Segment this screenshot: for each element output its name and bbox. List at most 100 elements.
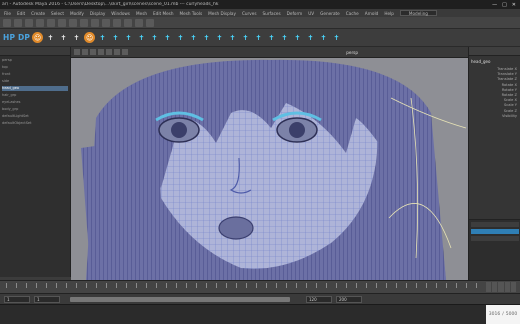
menu-item[interactable]: Edit [17, 11, 25, 16]
skeleton-icon[interactable]: ✝ [253, 31, 264, 44]
joint-icon[interactable]: ✝ [71, 31, 82, 44]
skeleton-icon[interactable]: ✝ [97, 31, 108, 44]
skeleton-icon[interactable]: ✝ [292, 31, 303, 44]
menu-item[interactable]: Curves [242, 11, 257, 16]
snap-grid-icon[interactable] [102, 18, 110, 27]
save-scene-icon[interactable] [36, 18, 44, 27]
go-end-icon[interactable] [510, 282, 517, 292]
select-object-icon[interactable] [80, 18, 88, 27]
menu-item[interactable]: Mesh Display [208, 11, 236, 16]
camera-icon[interactable] [74, 49, 80, 55]
face-icon[interactable]: ☺ [84, 32, 96, 43]
redo-icon[interactable] [58, 18, 66, 27]
menu-item[interactable]: Generate [320, 11, 340, 16]
mode-icon[interactable] [3, 18, 11, 27]
outliner-item[interactable]: head_geo [2, 86, 68, 91]
xray-icon[interactable] [122, 49, 128, 55]
time-tick [16, 283, 17, 288]
play-icon[interactable] [498, 282, 504, 292]
snap-point-icon[interactable] [124, 18, 132, 27]
skeleton-icon[interactable]: ✝ [279, 31, 290, 44]
skeleton-icon[interactable]: ✝ [266, 31, 277, 44]
close-icon[interactable]: ✕ [512, 2, 516, 8]
minimize-icon[interactable]: — [492, 2, 497, 8]
channel-box-panel: head_geo Translate X Translate Y Translate… [468, 47, 520, 280]
time-tick [96, 283, 97, 288]
viewport-scene[interactable] [71, 58, 468, 280]
time-slider[interactable] [0, 280, 520, 293]
menu-item[interactable]: Select [51, 11, 64, 16]
layer-row[interactable] [471, 222, 519, 227]
face-icon[interactable]: ☺ [32, 32, 44, 43]
menu-item[interactable]: Cache [346, 11, 359, 16]
menu-item[interactable]: Windows [111, 11, 130, 16]
joint-icon[interactable]: ✝ [58, 31, 69, 44]
skeleton-icon[interactable]: ✝ [305, 31, 316, 44]
menu-item[interactable]: Arnold [365, 11, 379, 16]
menu-item[interactable]: Mesh [136, 11, 147, 16]
anim-start-field[interactable]: 1 [4, 296, 30, 303]
range-end-field[interactable]: 120 [306, 296, 332, 303]
command-line[interactable] [0, 304, 520, 324]
time-tick [446, 283, 447, 288]
anim-end-field[interactable]: 200 [336, 296, 362, 303]
outliner-item[interactable]: side [2, 79, 68, 84]
open-scene-icon[interactable] [25, 18, 33, 27]
undo-icon[interactable] [47, 18, 55, 27]
textured-icon[interactable] [106, 49, 112, 55]
outliner-item[interactable]: persp [2, 58, 68, 63]
menu-item[interactable]: Create [31, 11, 45, 16]
workspace-selector[interactable]: Modeling [399, 10, 437, 16]
wireframe-icon[interactable] [90, 49, 96, 55]
joint-icon[interactable]: ✝ [45, 31, 56, 44]
step-back-icon[interactable] [492, 282, 498, 292]
skeleton-icon[interactable]: ✝ [162, 31, 173, 44]
skeleton-icon[interactable]: ✝ [318, 31, 329, 44]
layer-row[interactable] [471, 236, 519, 241]
step-forward-icon[interactable] [504, 282, 510, 292]
skeleton-icon[interactable]: ✝ [214, 31, 225, 44]
skeleton-icon[interactable]: ✝ [331, 31, 342, 44]
skeleton-icon[interactable]: ✝ [110, 31, 121, 44]
shaded-icon[interactable] [98, 49, 104, 55]
grid-icon[interactable] [82, 49, 88, 55]
skeleton-icon[interactable]: ✝ [149, 31, 160, 44]
skeleton-icon[interactable]: ✝ [136, 31, 147, 44]
menu-item[interactable]: Edit Mesh [153, 11, 173, 16]
skeleton-icon[interactable]: ✝ [201, 31, 212, 44]
outliner-item[interactable]: front [2, 72, 68, 77]
range-start-field[interactable]: 1 [34, 296, 60, 303]
skeleton-icon[interactable]: ✝ [123, 31, 134, 44]
select-component-icon[interactable] [91, 18, 99, 27]
select-hierarchy-icon[interactable] [69, 18, 77, 27]
snap-curve-icon[interactable] [113, 18, 121, 27]
viewport-panel[interactable]: persp [71, 47, 468, 280]
outliner-item[interactable]: body_grp [2, 107, 68, 112]
menu-item[interactable]: UV [308, 11, 314, 16]
menu-item[interactable]: Mesh Tools [180, 11, 203, 16]
skeleton-icon[interactable]: ✝ [175, 31, 186, 44]
menu-item[interactable]: Display [90, 11, 105, 16]
channel-attribute[interactable]: Visibility [469, 114, 520, 119]
menu-item[interactable]: Modify [70, 11, 84, 16]
lighting-icon[interactable] [114, 49, 120, 55]
range-slider-bar[interactable] [70, 297, 290, 302]
skeleton-icon[interactable]: ✝ [188, 31, 199, 44]
menu-item[interactable]: Help [384, 11, 394, 16]
menu-item[interactable]: Deform [287, 11, 303, 16]
menu-item[interactable]: File [4, 11, 11, 16]
outliner-item[interactable]: eyeLashes [2, 100, 68, 105]
menu-item[interactable]: Surfaces [263, 11, 281, 16]
render-icon[interactable] [135, 18, 143, 27]
skeleton-icon[interactable]: ✝ [240, 31, 251, 44]
ipr-render-icon[interactable] [146, 18, 154, 27]
new-scene-icon[interactable] [14, 18, 22, 27]
outliner-item[interactable]: defaultLightSet [2, 114, 68, 119]
go-start-icon[interactable] [486, 282, 492, 292]
outliner-item[interactable]: defaultObjectSet [2, 121, 68, 126]
outliner-item[interactable]: hair_grp [2, 93, 68, 98]
maximize-icon[interactable]: □ [502, 2, 507, 8]
outliner-item[interactable]: top [2, 65, 68, 70]
skeleton-icon[interactable]: ✝ [227, 31, 238, 44]
layer-row-selected[interactable] [471, 229, 519, 234]
